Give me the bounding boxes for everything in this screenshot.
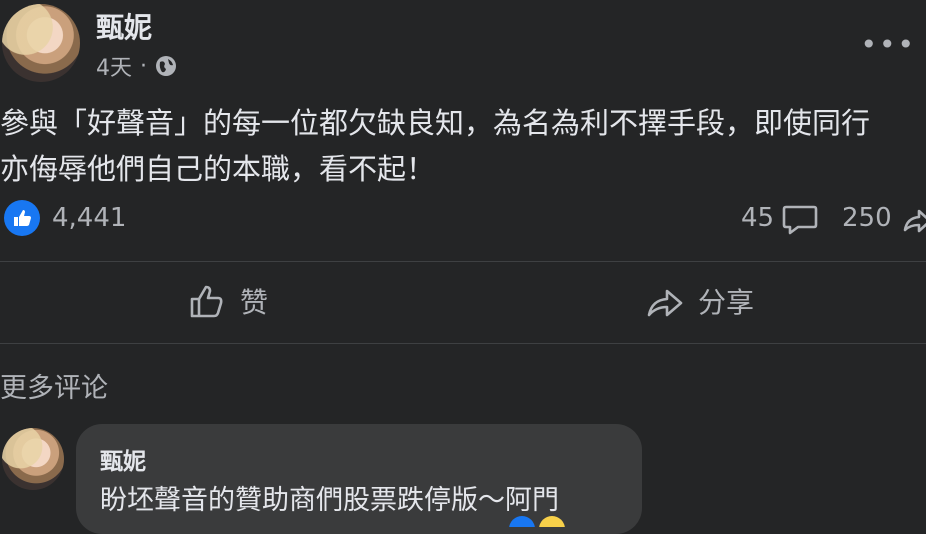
thumbs-up-icon [188,282,226,320]
share-icon [902,204,926,238]
comment-icon [782,203,818,239]
comment-like-reaction-icon [508,512,536,534]
commenter-avatar[interactable] [2,428,64,490]
author-avatar[interactable] [2,4,80,82]
post-time[interactable]: 4天 [96,50,132,82]
like-button-label: 赞 [240,286,269,319]
comment-author[interactable]: 甄妮 [100,442,146,476]
comments-count[interactable]: 45 [741,203,774,233]
meta-separator: · [140,53,147,79]
share-button-label: 分享 [698,286,755,319]
share-button[interactable]: 分享 [646,281,754,321]
shares-count[interactable]: 250 [842,203,892,233]
post-meta: 4天 · [96,50,177,82]
share-arrow-icon [646,282,684,320]
globe-icon [155,55,177,77]
divider-top [0,261,926,262]
divider-bottom [0,343,926,344]
like-button[interactable]: 赞 [188,281,268,321]
comment-haha-reaction-icon [538,512,566,534]
post-author-name[interactable]: 甄妮 [96,6,152,46]
post-text: 參與「好聲音」的每一位都欠缺良知，為名為利不擇手段，即使同行 亦侮辱他們自己的本… [0,106,871,186]
more-options-icon[interactable]: ••• [860,28,916,61]
comment-text: 盼坯聲音的贊助商們股票跌停版～阿門 [100,485,559,516]
likes-count[interactable]: 4,441 [52,203,126,233]
like-reaction-icon [4,200,40,236]
more-comments-link[interactable]: 更多评论 [0,366,108,405]
